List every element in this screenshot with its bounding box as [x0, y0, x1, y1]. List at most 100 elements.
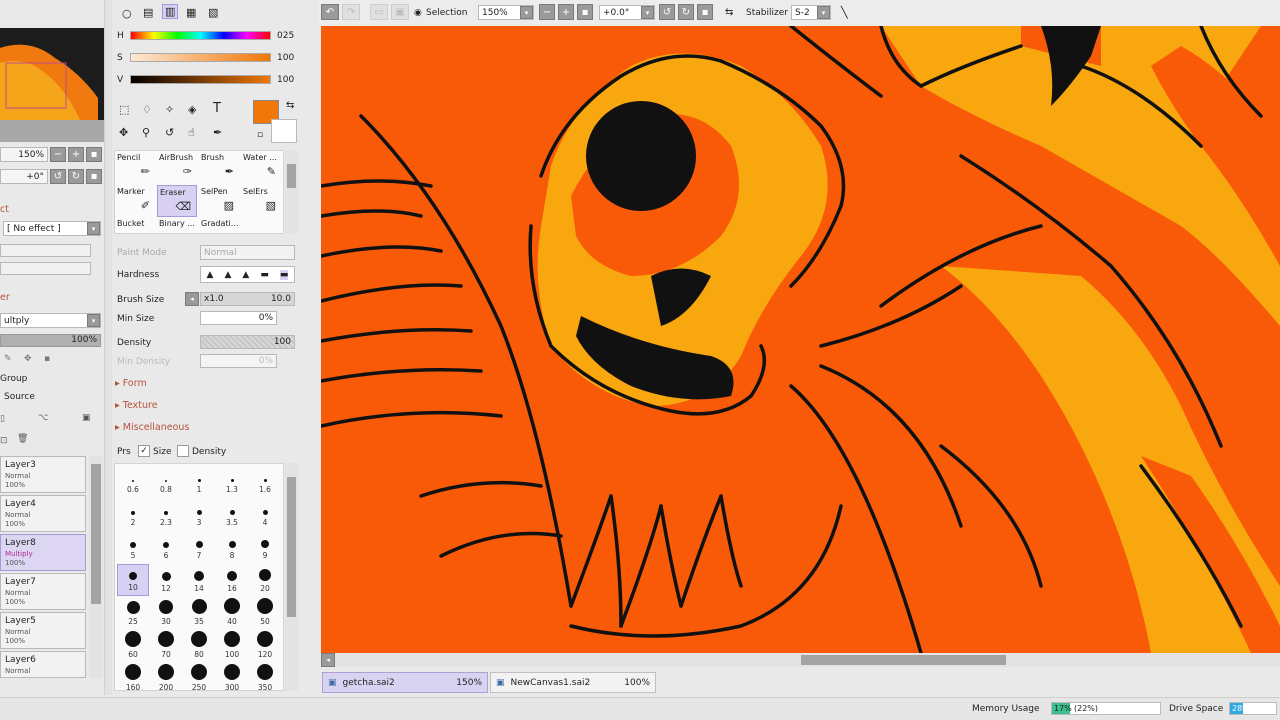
nav-angle-field[interactable]: +0°: [0, 169, 48, 184]
brush-size-cell[interactable]: 200: [150, 663, 182, 690]
redo-button[interactable]: ↷: [342, 4, 360, 20]
nav-rotate-reset-button[interactable]: ▪: [86, 169, 102, 184]
effect-param-2[interactable]: [0, 262, 91, 275]
brush-size-cell[interactable]: 2: [117, 498, 149, 530]
hardness-2-icon[interactable]: ▲: [224, 270, 231, 280]
hardness-4-icon[interactable]: ▬: [260, 270, 269, 280]
layer-item[interactable]: Layer7 Normal 100%: [0, 573, 86, 610]
brush-size-cell[interactable]: 60: [117, 630, 149, 662]
brush-size-cell[interactable]: 250: [183, 663, 215, 690]
line-tool-icon[interactable]: ╲: [841, 6, 848, 19]
layer-scrollbar[interactable]: [89, 456, 103, 678]
brush-size-cell[interactable]: 70: [150, 630, 182, 662]
layer-item[interactable]: Layer6 Normal: [0, 651, 86, 678]
brush-grid-scrollbar[interactable]: [285, 463, 298, 691]
canvas-horizontal-scrollbar-thumb[interactable]: [801, 655, 1006, 665]
move-tool-icon[interactable]: ✥: [119, 126, 128, 139]
hsv-slider-icon[interactable]: ▥: [162, 4, 179, 19]
sub-color-swatch[interactable]: [271, 119, 297, 143]
pen-icon[interactable]: ✎: [4, 354, 12, 364]
brush-size-cell[interactable]: 100: [216, 630, 248, 662]
layer-item[interactable]: Layer3 Normal 100%: [0, 456, 86, 493]
angle-select[interactable]: +0.0° ▾: [599, 5, 655, 20]
tool-selpen[interactable]: SelPen ▨: [199, 185, 239, 217]
move-icon[interactable]: ✥: [24, 354, 32, 364]
tool-airbrush[interactable]: AirBrush ✑: [157, 151, 197, 183]
navigator-thumbnail[interactable]: [0, 28, 104, 120]
brush-size-cell[interactable]: 2.3: [150, 498, 182, 530]
brush-size-cell[interactable]: 35: [183, 597, 215, 629]
tool-grid-scrollbar[interactable]: [285, 150, 298, 234]
brush-size-cell[interactable]: 30: [150, 597, 182, 629]
tool-binary[interactable]: Binary ...: [157, 217, 197, 235]
rotate-left-button[interactable]: ↺: [659, 4, 675, 20]
density-field[interactable]: 100: [200, 335, 295, 349]
zoom-in-button[interactable]: +: [558, 4, 574, 20]
invert-selection-button[interactable]: ▣: [391, 4, 409, 20]
tool-gradation[interactable]: Gradati...: [199, 217, 239, 235]
eye-icon[interactable]: ◉: [414, 8, 422, 18]
misc-section[interactable]: ▸ Miscellaneous: [115, 422, 189, 433]
rotate-reset-button[interactable]: ▪: [697, 4, 713, 20]
effect-param-1[interactable]: [0, 244, 91, 257]
trash-icon[interactable]: 🗑: [17, 434, 28, 444]
hardness-3-icon[interactable]: ▲: [242, 270, 249, 280]
brush-size-cell[interactable]: 1: [183, 465, 215, 497]
scroll-left-button[interactable]: ◂: [321, 653, 335, 667]
deselect-button[interactable]: ▭: [370, 4, 388, 20]
brush-size-cell[interactable]: 160: [117, 663, 149, 690]
brush-size-cell[interactable]: 0.8: [150, 465, 182, 497]
tool-eraser[interactable]: Eraser ⌫: [157, 185, 197, 217]
nav-zoom-out-button[interactable]: −: [50, 147, 66, 162]
new-layer-icon[interactable]: ▯: [0, 414, 5, 424]
mask-icon[interactable]: ▣: [82, 413, 91, 423]
flip-horizontal-icon[interactable]: ⇆: [725, 7, 733, 18]
text-tool-icon[interactable]: T: [213, 101, 221, 116]
canvas-vertical-scrollbar[interactable]: [1264, 26, 1280, 653]
brush-size-cell[interactable]: 20: [249, 564, 281, 596]
saturation-slider[interactable]: [130, 53, 271, 62]
brush-size-cell[interactable]: 350: [249, 663, 281, 690]
brush-size-cell[interactable]: 50: [249, 597, 281, 629]
color-wheel-icon[interactable]: ○: [122, 7, 132, 20]
nav-rotate-right-button[interactable]: ↻: [68, 169, 84, 184]
brush-size-cell[interactable]: 1.3: [216, 465, 248, 497]
brush-size-cell[interactable]: 3: [183, 498, 215, 530]
lock-icon[interactable]: ▪: [44, 354, 50, 364]
brush-size-cell[interactable]: 3.5: [216, 498, 248, 530]
hardness-selector[interactable]: ▲ ▲ ▲ ▬ ▬: [200, 266, 295, 283]
brush-size-cell[interactable]: 10: [117, 564, 149, 596]
hand-tool-icon[interactable]: ☝: [188, 126, 195, 139]
brush-size-cell[interactable]: 5: [117, 531, 149, 563]
rotate-tool-icon[interactable]: ↺: [165, 126, 174, 139]
color-slider-icon[interactable]: ▤: [143, 6, 153, 19]
effect-select[interactable]: [ No effect ] ▾: [3, 221, 101, 236]
tool-grid-scrollbar-thumb[interactable]: [287, 164, 296, 188]
tool-selers[interactable]: SelErs ▧: [241, 185, 281, 217]
brush-size-cell[interactable]: 16: [216, 564, 248, 596]
magic-wand-icon[interactable]: ✧: [165, 103, 174, 116]
selection-toggle-label[interactable]: Selection: [426, 8, 467, 18]
form-section[interactable]: ▸ Form: [115, 378, 147, 389]
transparent-color-icon[interactable]: ▫: [257, 130, 263, 140]
rect-select-icon[interactable]: ⬚: [119, 103, 129, 116]
merge-icon[interactable]: ⊡: [0, 436, 8, 446]
opacity-slider[interactable]: 100%: [0, 334, 101, 347]
layer-item-selected[interactable]: Layer8 Multiply 100%: [0, 534, 86, 571]
brush-size-cell[interactable]: 120: [249, 630, 281, 662]
tool-watercolor[interactable]: Water ... ✎: [241, 151, 281, 183]
brush-grid-scrollbar-thumb[interactable]: [287, 477, 296, 617]
layer-scrollbar-thumb[interactable]: [91, 464, 101, 604]
brush-size-cell[interactable]: 14: [183, 564, 215, 596]
new-folder-icon[interactable]: ⌥: [38, 413, 48, 423]
nav-zoom-reset-button[interactable]: ▪: [86, 147, 102, 162]
brush-size-cell[interactable]: 80: [183, 630, 215, 662]
brush-size-cell[interactable]: 0.6: [117, 465, 149, 497]
brush-size-cell[interactable]: 1.6: [249, 465, 281, 497]
zoom-reset-button[interactable]: ▪: [577, 4, 593, 20]
brush-size-cell[interactable]: 7: [183, 531, 215, 563]
tool-bucket[interactable]: Bucket: [115, 217, 155, 235]
density-checkbox[interactable]: [177, 445, 189, 457]
select-pen-icon[interactable]: ◈: [188, 103, 196, 116]
brush-size-cell[interactable]: 25: [117, 597, 149, 629]
